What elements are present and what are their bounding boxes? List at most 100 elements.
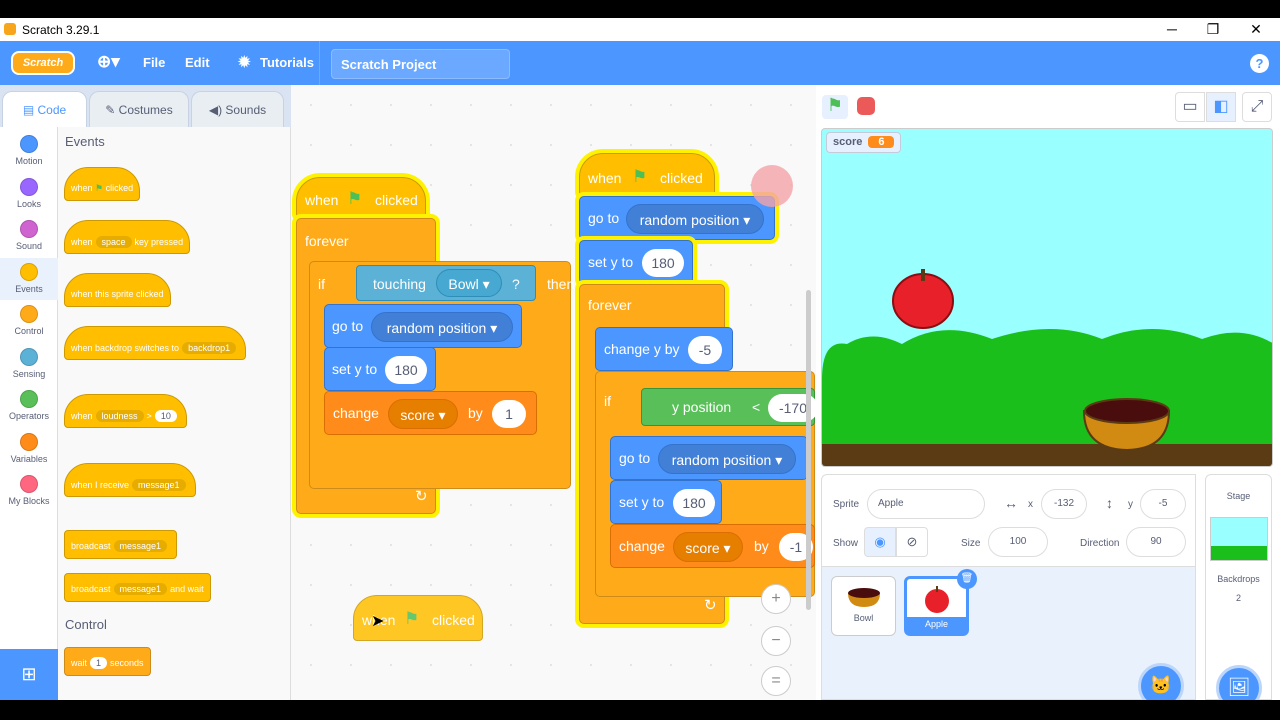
fullscreen-button[interactable]: ⤢ (1242, 92, 1272, 122)
add-backdrop-button[interactable]: 🖼 (1216, 665, 1262, 700)
size-input[interactable]: 100 (988, 527, 1048, 557)
script2-go-to[interactable]: go to random position ▾ (579, 196, 775, 240)
palette-broadcast-and-wait[interactable]: broadcast message1 and wait (64, 573, 211, 602)
category-looks[interactable]: Looks (0, 173, 58, 215)
help-button[interactable]: ? (1250, 54, 1269, 73)
minimize-button[interactable]: ─ (1152, 19, 1192, 41)
script1-when-flag-clicked[interactable]: when ⚑ clicked (296, 177, 426, 218)
edit-menu[interactable]: Edit (185, 55, 210, 70)
script2-when-flag-clicked[interactable]: when ⚑ clicked (579, 153, 715, 196)
stage-target-panel[interactable]: Stage Backdrops 2 🖼 (1205, 474, 1272, 700)
palette-when-i-receive[interactable]: when I receive message1 (64, 463, 196, 497)
palette-broadcast[interactable]: broadcast message1 (64, 530, 178, 559)
category-label: Motion (15, 156, 43, 166)
script2-change-score[interactable]: change score ▾ by -1 (610, 524, 815, 568)
touching-block[interactable]: touching Bowl ▾ ? (356, 265, 536, 301)
category-label: Events (15, 283, 43, 294)
go-to-target-dropdown[interactable]: random position ▾ (658, 444, 796, 474)
stage-canvas[interactable]: score 6 (821, 128, 1273, 467)
category-my-blocks[interactable]: My Blocks (0, 470, 58, 512)
palette-wait-seconds[interactable]: wait 1 seconds (64, 647, 151, 676)
threshold-input[interactable]: 10 (154, 410, 177, 422)
category-operators[interactable]: Operators (0, 385, 58, 427)
palette-when-key-pressed[interactable]: when space key pressed (64, 220, 191, 254)
script2-set-y-inner[interactable]: set y to 180 (610, 480, 722, 524)
show-hidden-icon[interactable]: ⊘ (896, 527, 928, 557)
green-flag-icon: ⚑ (347, 189, 363, 208)
change-y-value-input[interactable]: -5 (688, 336, 722, 364)
sprite-tile-bowl[interactable]: Bowl (831, 576, 896, 636)
zoom-out-button[interactable]: − (761, 626, 791, 656)
category-control[interactable]: Control (0, 300, 58, 342)
go-to-target-dropdown[interactable]: random position ▾ (371, 312, 513, 342)
tab-code[interactable]: ▤ Code (2, 91, 87, 127)
workspace-vertical-scrollbar[interactable] (806, 290, 811, 610)
palette-when-loudness[interactable]: when loudness >10 (64, 394, 187, 428)
category-label: Looks (16, 198, 42, 209)
tab-costumes[interactable]: ✎ Costumes (89, 91, 189, 127)
sprite-name-input[interactable]: Apple (867, 489, 985, 519)
key-dropdown[interactable]: space (95, 236, 132, 248)
less-than-operator[interactable]: y position < -170 (641, 388, 816, 426)
variable-dropdown[interactable]: score ▾ (388, 399, 458, 429)
y-position-input[interactable]: -5 (1140, 489, 1186, 519)
close-button[interactable]: ✕ (1236, 19, 1276, 41)
set-y-value-input[interactable]: 180 (673, 489, 715, 517)
direction-input[interactable]: 90 (1126, 527, 1186, 557)
change-value-input[interactable]: 1 (492, 400, 526, 428)
delete-sprite-icon[interactable]: 🗑 (957, 569, 977, 589)
category-sensing[interactable]: Sensing (0, 343, 58, 385)
script2-go-to-inner[interactable]: go to random position ▾ (610, 436, 808, 480)
script1-change-score[interactable]: change score ▾ by 1 (324, 391, 537, 435)
palette-when-sprite-clicked[interactable]: when this sprite clicked (64, 273, 171, 307)
sensor-dropdown[interactable]: loudness (95, 410, 144, 422)
script1-go-to[interactable]: go to random position ▾ (324, 304, 522, 348)
events-heading: Events (65, 134, 105, 149)
add-sprite-button[interactable]: 🐱 (1138, 663, 1184, 700)
stage-header: ⚑ ▭ ◧ ⤢ (816, 85, 1280, 129)
seconds-input[interactable]: 1 (90, 657, 108, 669)
message-dropdown[interactable]: message1 (113, 540, 168, 552)
green-flag-icon: ⚑ (404, 609, 420, 628)
category-events[interactable]: Events (0, 257, 58, 300)
tutorials-menu[interactable]: Tutorials (260, 55, 314, 70)
zoom-in-button[interactable]: + (761, 584, 791, 614)
apple-thumbnail (924, 586, 949, 613)
message-dropdown[interactable]: message1 (132, 479, 186, 491)
set-y-value-input[interactable]: 180 (642, 249, 684, 277)
script2-change-y[interactable]: change y by -5 (595, 327, 733, 371)
file-menu[interactable]: File (143, 55, 165, 70)
script1-set-y[interactable]: set y to 180 (324, 347, 436, 391)
small-stage-button[interactable]: ▭ (1175, 92, 1205, 122)
zoom-reset-button[interactable]: = (761, 666, 791, 696)
category-motion[interactable]: Motion (0, 130, 58, 172)
message-dropdown[interactable]: message1 (113, 583, 168, 595)
brush-icon: ✎ (105, 103, 119, 117)
globe-icon[interactable]: ⊕▾ (97, 52, 120, 72)
large-stage-button[interactable]: ◧ (1206, 92, 1236, 122)
stop-button[interactable] (857, 97, 875, 115)
green-flag-button[interactable]: ⚑ (822, 95, 848, 119)
variable-dropdown[interactable]: score ▾ (673, 532, 743, 562)
category-sound[interactable]: Sound (0, 215, 58, 257)
backdrop-dropdown[interactable]: backdrop1 (182, 342, 237, 354)
tab-sounds[interactable]: ◀) Sounds (191, 91, 284, 127)
palette-when-flag-clicked[interactable]: when ⚑ clicked (64, 167, 141, 201)
maximize-button[interactable]: ❐ (1193, 19, 1233, 41)
palette-when-backdrop-switches[interactable]: when backdrop switches to backdrop1 (64, 326, 247, 360)
add-extension-button[interactable]: ⊞ (0, 649, 58, 700)
sprite-tile-apple[interactable]: Apple 🗑 (904, 569, 977, 636)
project-title-input[interactable]: Scratch Project (331, 49, 510, 79)
scratch-logo[interactable]: Scratch (11, 51, 75, 75)
code-workspace[interactable]: when ⚑ clicked forever ↻ if then touchin… (291, 85, 816, 700)
set-y-value-input[interactable]: 180 (385, 356, 427, 384)
x-position-input[interactable]: -132 (1041, 489, 1087, 519)
category-dot-icon (20, 220, 38, 238)
category-label: My Blocks (8, 496, 50, 506)
backdrops-label: Backdrops (1217, 574, 1260, 584)
script2-set-y[interactable]: set y to 180 (579, 240, 693, 284)
touching-target-dropdown[interactable]: Bowl ▾ (436, 269, 502, 297)
category-variables[interactable]: Variables (0, 428, 58, 470)
show-visible-icon[interactable]: ◉ (864, 527, 896, 557)
go-to-target-dropdown[interactable]: random position ▾ (626, 204, 764, 234)
